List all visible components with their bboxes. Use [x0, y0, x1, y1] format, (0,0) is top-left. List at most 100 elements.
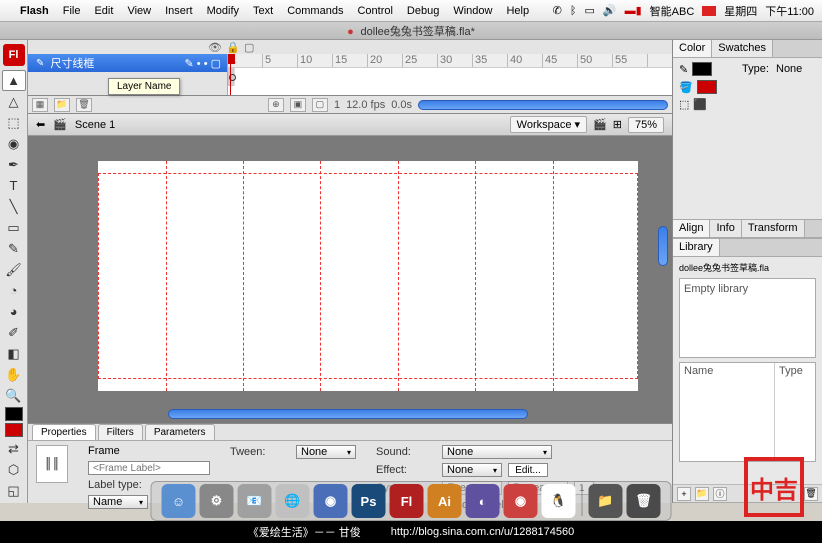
bluetooth-icon[interactable]: ᛒ [570, 5, 577, 17]
stroke-swatch[interactable] [692, 62, 712, 76]
default-icon[interactable]: ⬛ [693, 98, 707, 111]
library-doc-select[interactable]: dollee兔兔书签草稿.fla [679, 261, 816, 274]
menu-debug[interactable]: Debug [407, 5, 439, 17]
timeline-scrollbar[interactable] [418, 100, 668, 110]
playhead[interactable] [230, 54, 231, 95]
delete-layer-button[interactable]: 🗑 [76, 98, 92, 112]
menu-modify[interactable]: Modify [207, 5, 239, 17]
stage-area[interactable] [28, 136, 672, 423]
subselection-tool[interactable]: △ [2, 91, 26, 112]
label-type-select[interactable]: Name [88, 495, 148, 509]
layer-row[interactable]: ✎ 尺寸线框 ✎ • • ▢ [28, 54, 227, 72]
new-folder-button[interactable]: 📁 [54, 98, 70, 112]
scene-label[interactable]: Scene 1 [75, 119, 115, 131]
free-transform-tool[interactable]: ⬚ [2, 112, 26, 133]
tab-info[interactable]: Info [710, 220, 741, 237]
center-frame-button[interactable]: ⊕ [268, 98, 284, 112]
type-select[interactable]: None [776, 63, 816, 75]
menu-commands[interactable]: Commands [287, 5, 343, 17]
dock-qq[interactable]: 🐧 [542, 484, 576, 518]
pen-tool[interactable]: ✒ [2, 154, 26, 175]
dock-app6[interactable]: ◉ [504, 484, 538, 518]
text-tool[interactable]: T [2, 175, 26, 196]
menu-window[interactable]: Window [453, 5, 492, 17]
zoom-tool[interactable]: 🔍 [2, 385, 26, 406]
onion-outline-button[interactable]: ▢ [312, 98, 328, 112]
dock-app1[interactable]: ⚙ [200, 484, 234, 518]
ink-bottle-tool[interactable]: ◔ [2, 280, 26, 301]
selection-tool[interactable]: ▲ [2, 70, 26, 91]
menu-view[interactable]: View [127, 5, 151, 17]
stroke-color-swatch[interactable] [5, 407, 23, 421]
new-layer-button[interactable]: ▦ [32, 98, 48, 112]
eyedropper-tool[interactable]: ✐ [2, 322, 26, 343]
volume-icon[interactable]: 🔊 [603, 4, 617, 17]
dock-flash[interactable]: Fl [390, 484, 424, 518]
dock-app4[interactable]: ◉ [314, 484, 348, 518]
tween-select[interactable]: None [296, 445, 356, 459]
options-tool[interactable]: ◱ [2, 480, 26, 501]
lock-icon[interactable]: 🔒 [226, 41, 236, 54]
column-name[interactable]: Name [680, 363, 775, 461]
dock-finder[interactable]: ☺ [162, 484, 196, 518]
menu-insert[interactable]: Insert [165, 5, 193, 17]
dock-app7[interactable]: 📁 [589, 484, 623, 518]
properties-button[interactable]: ⓘ [713, 487, 727, 501]
symbol-edit-icon[interactable]: ⊞ [613, 118, 622, 131]
fill-swatch[interactable] [697, 80, 717, 94]
effect-select[interactable]: None [442, 463, 502, 477]
line-tool[interactable]: ╲ [2, 196, 26, 217]
dock-app3[interactable]: 🌐 [276, 484, 310, 518]
stage-vscrollbar[interactable] [658, 226, 668, 266]
snap-tool[interactable]: ⬡ [2, 459, 26, 480]
phone-icon[interactable]: ✆ [553, 4, 562, 17]
visibility-icon[interactable]: 👁 [208, 41, 218, 54]
pencil-tool[interactable]: ✎ [2, 238, 26, 259]
onion-skin-button[interactable]: ▣ [290, 98, 306, 112]
new-folder-button[interactable]: 📁 [695, 487, 709, 501]
back-icon[interactable]: ⬅ [36, 118, 45, 131]
tab-library[interactable]: Library [673, 239, 720, 256]
dock-app2[interactable]: 📧 [238, 484, 272, 518]
menu-help[interactable]: Help [506, 5, 529, 17]
tab-transform[interactable]: Transform [742, 220, 805, 237]
battery-icon[interactable]: ▬▮ [625, 4, 642, 17]
paint-bucket-tool[interactable]: ◕ [2, 301, 26, 322]
edit-button[interactable]: Edit... [508, 463, 548, 477]
swap-colors[interactable]: ⇄ [2, 438, 26, 459]
zoom-dropdown[interactable]: 75% [628, 117, 664, 133]
menu-file[interactable]: File [63, 5, 81, 17]
app-name[interactable]: Flash [20, 5, 49, 17]
eraser-tool[interactable]: ◧ [2, 343, 26, 364]
ime-label[interactable]: 智能ABC [650, 3, 695, 19]
stage-canvas[interactable] [98, 161, 638, 391]
dock-photoshop[interactable]: Ps [352, 484, 386, 518]
timeline-frames[interactable]: 1510152025303540455055 [228, 54, 672, 95]
tab-parameters[interactable]: Parameters [145, 424, 215, 440]
hand-tool[interactable]: ✋ [2, 364, 26, 385]
tab-align[interactable]: Align [673, 220, 710, 237]
rectangle-tool[interactable]: ▭ [2, 217, 26, 238]
tab-properties[interactable]: Properties [32, 424, 96, 440]
new-symbol-button[interactable]: + [677, 487, 691, 501]
swap-icon[interactable]: ⬚ [679, 98, 689, 111]
close-icon[interactable]: ● [347, 26, 354, 38]
tab-swatches[interactable]: Swatches [712, 40, 773, 57]
stage-hscrollbar[interactable] [168, 409, 528, 419]
tab-filters[interactable]: Filters [98, 424, 143, 440]
menu-control[interactable]: Control [357, 5, 392, 17]
library-list[interactable]: Name Type [679, 362, 816, 462]
scene-selector-icon[interactable]: 🎬 [593, 118, 607, 131]
dock-trash[interactable]: 🗑 [627, 484, 661, 518]
tab-color[interactable]: Color [673, 40, 712, 57]
dock-illustrator[interactable]: Ai [428, 484, 462, 518]
delete-button[interactable]: 🗑 [804, 487, 818, 501]
menu-edit[interactable]: Edit [94, 5, 113, 17]
sound-select[interactable]: None [442, 445, 552, 459]
workspace-dropdown[interactable]: Workspace ▾ [510, 116, 587, 133]
display-icon[interactable]: ▭ [584, 4, 594, 17]
outline-icon[interactable]: ▢ [244, 41, 254, 54]
flag-icon[interactable] [702, 6, 716, 16]
frame-label-input[interactable] [88, 461, 210, 475]
dock-app5[interactable]: ◐ [466, 484, 500, 518]
